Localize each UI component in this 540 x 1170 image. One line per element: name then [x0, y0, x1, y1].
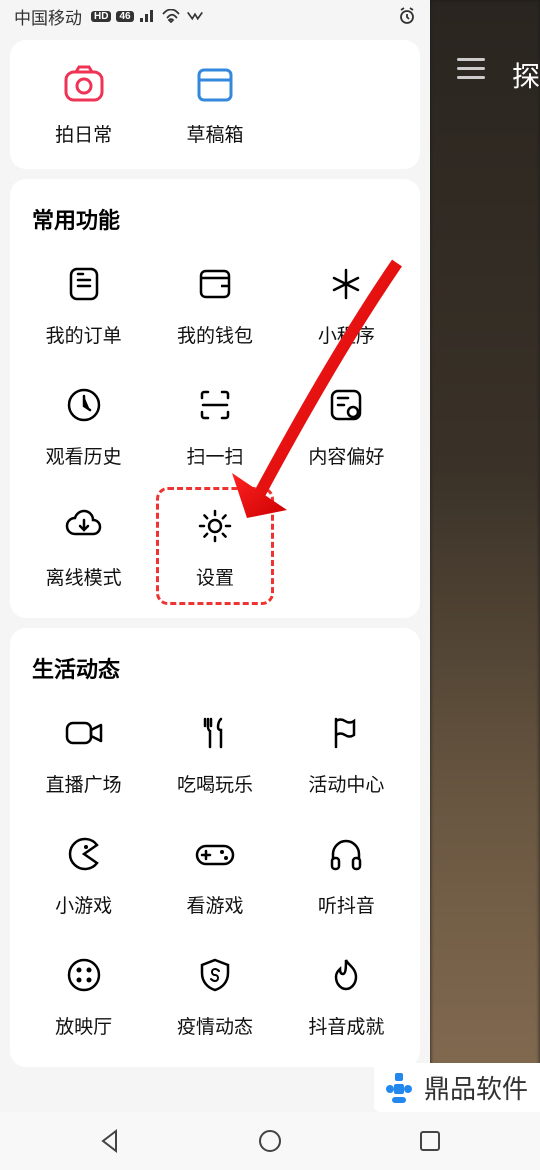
- back-icon[interactable]: [97, 1128, 123, 1154]
- draft-icon: [192, 60, 238, 106]
- wifi-icon: [162, 9, 180, 23]
- watermark-text: 鼎品软件: [424, 1069, 528, 1106]
- watermark: 鼎品软件: [374, 1063, 540, 1112]
- status-bar: 中国移动 HD 46: [0, 0, 430, 32]
- live-square-label: 直播广场: [46, 770, 122, 797]
- fire-icon: [323, 952, 369, 998]
- wallet-icon: [192, 261, 238, 307]
- cloud-download-icon: [61, 503, 107, 549]
- miniapp-icon: [323, 261, 369, 307]
- scan-label: 扫一扫: [186, 442, 243, 469]
- life-feed-card: 生活动态 直播广场 吃喝玩乐 活动中心: [10, 628, 420, 1067]
- offline-label: 离线模式: [46, 563, 122, 590]
- carrier-label: 中国移动: [14, 4, 82, 29]
- quick-actions-card: 拍日常 草稿箱: [10, 40, 420, 169]
- shield-icon: [192, 952, 238, 998]
- history-label: 观看历史: [46, 442, 122, 469]
- orders-label: 我的订单: [46, 321, 122, 348]
- watch-game-button[interactable]: 看游戏: [149, 831, 280, 918]
- orders-button[interactable]: 我的订单: [18, 261, 149, 348]
- settings-label: 设置: [196, 563, 234, 590]
- common-functions-card: 常用功能 我的订单 我的钱包 小程序: [10, 179, 420, 618]
- preference-button[interactable]: 内容偏好: [281, 382, 412, 469]
- signal-icon: [139, 9, 157, 23]
- explore-tab[interactable]: 探: [512, 55, 540, 95]
- alarm-icon: [398, 7, 416, 25]
- hd-badge: HD: [91, 11, 111, 22]
- watermark-logo-icon: [382, 1071, 416, 1105]
- listen-label: 听抖音: [318, 891, 375, 918]
- cinema-label: 放映厅: [55, 1012, 112, 1039]
- scan-button[interactable]: 扫一扫: [149, 382, 280, 469]
- fork-icon: [192, 710, 238, 756]
- food-fun-label: 吃喝玩乐: [177, 770, 253, 797]
- live-square-button[interactable]: 直播广场: [18, 710, 149, 797]
- achievement-label: 抖音成就: [308, 1012, 384, 1039]
- activity-button[interactable]: 活动中心: [281, 710, 412, 797]
- watch-game-label: 看游戏: [186, 891, 243, 918]
- history-button[interactable]: 观看历史: [18, 382, 149, 469]
- camera-icon: [61, 60, 107, 106]
- offline-button[interactable]: 离线模式: [18, 503, 149, 590]
- wallet-label: 我的钱包: [177, 321, 253, 348]
- pacman-icon: [61, 831, 107, 877]
- orders-icon: [61, 261, 107, 307]
- covid-label: 疫情动态: [177, 1012, 253, 1039]
- settings-button[interactable]: 设置: [149, 503, 280, 590]
- cinema-icon: [61, 952, 107, 998]
- listen-button[interactable]: 听抖音: [281, 831, 412, 918]
- heart-icon: [185, 9, 205, 23]
- preference-icon: [323, 382, 369, 428]
- wallet-button[interactable]: 我的钱包: [149, 261, 280, 348]
- draft-button[interactable]: 草稿箱: [149, 60, 280, 147]
- food-fun-button[interactable]: 吃喝玩乐: [149, 710, 280, 797]
- minigame-button[interactable]: 小游戏: [18, 831, 149, 918]
- side-panel: 中国移动 HD 46 拍日常 草稿箱 常用功能: [0, 0, 430, 1170]
- activity-label: 活动中心: [308, 770, 384, 797]
- minigame-label: 小游戏: [55, 891, 112, 918]
- system-nav-bar: [0, 1112, 540, 1170]
- gear-icon: [192, 503, 238, 549]
- home-icon[interactable]: [257, 1128, 283, 1154]
- miniapp-label: 小程序: [318, 321, 375, 348]
- draft-label: 草稿箱: [186, 120, 243, 147]
- background-blur: [430, 0, 540, 1170]
- shoot-daily-button[interactable]: 拍日常: [18, 60, 149, 147]
- scan-icon: [192, 382, 238, 428]
- achievement-button[interactable]: 抖音成就: [281, 952, 412, 1039]
- cinema-button[interactable]: 放映厅: [18, 952, 149, 1039]
- recent-icon[interactable]: [417, 1128, 443, 1154]
- hamburger-icon[interactable]: [457, 58, 485, 79]
- covid-button[interactable]: 疫情动态: [149, 952, 280, 1039]
- video-icon: [61, 710, 107, 756]
- life-feed-title: 生活动态: [10, 648, 420, 696]
- common-functions-title: 常用功能: [10, 199, 420, 247]
- shoot-daily-label: 拍日常: [55, 120, 112, 147]
- flag-icon: [323, 710, 369, 756]
- headphone-icon: [323, 831, 369, 877]
- network-badge: 46: [116, 11, 133, 22]
- gamepad-icon: [192, 831, 238, 877]
- preference-label: 内容偏好: [308, 442, 384, 469]
- clock-icon: [61, 382, 107, 428]
- miniapp-button[interactable]: 小程序: [281, 261, 412, 348]
